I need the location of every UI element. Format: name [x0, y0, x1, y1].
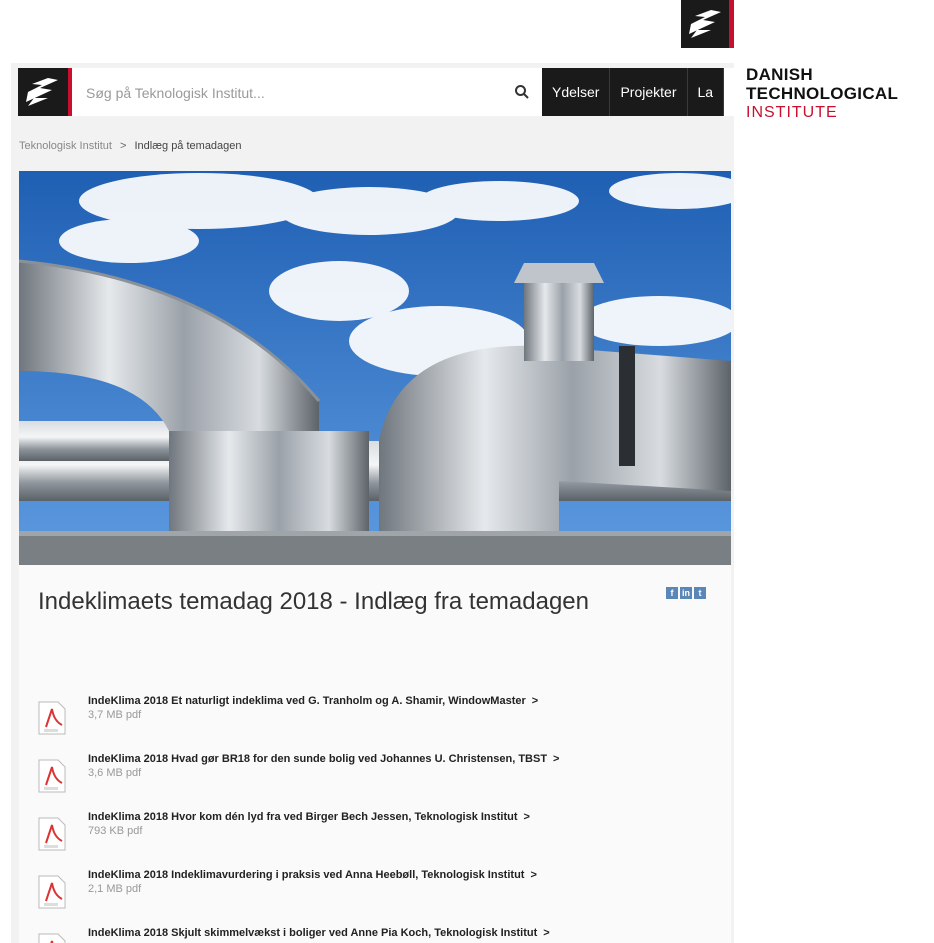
- pdf-file-icon: [38, 817, 66, 851]
- document-link[interactable]: IndeKlima 2018 Et naturligt indeklima ve…: [88, 695, 526, 707]
- bird-logo-icon: [689, 10, 721, 38]
- brand-line-1: DANISH: [746, 65, 813, 84]
- chevron-right-icon: >: [553, 753, 560, 765]
- chevron-right-icon: >: [543, 927, 550, 939]
- brand-logo[interactable]: [681, 0, 734, 48]
- chevron-right-icon: >: [530, 869, 537, 881]
- page-title: Indeklimaets temadag 2018 - Indlæg fra t…: [38, 588, 590, 615]
- brand-line-3: INSTITUTE: [746, 104, 838, 121]
- file-size: 3,7 MB pdf: [88, 709, 142, 721]
- nav-item-la[interactable]: La: [688, 68, 725, 116]
- content-area: Indeklimaets temadag 2018 - Indlæg fra t…: [19, 565, 731, 943]
- share-buttons: f in t: [666, 587, 706, 599]
- twitter-share-icon[interactable]: t: [694, 587, 706, 599]
- breadcrumb-separator: >: [120, 140, 127, 152]
- breadcrumb: Teknologisk Institut > Indlæg på temadag…: [19, 140, 242, 152]
- nav-item-ydelser[interactable]: Ydelser: [542, 68, 611, 116]
- file-size: 2,1 MB pdf: [88, 883, 142, 895]
- chevron-right-icon: >: [523, 811, 530, 823]
- document-link[interactable]: IndeKlima 2018 Skjult skimmelvækst i bol…: [88, 927, 537, 939]
- linkedin-share-icon[interactable]: in: [680, 587, 692, 599]
- bird-logo-icon: [26, 78, 58, 106]
- hero-image: [19, 171, 731, 565]
- breadcrumb-current: Indlæg på temadagen: [134, 140, 242, 152]
- file-size: 793 KB pdf: [88, 825, 143, 837]
- site-header: Ydelser Projekter La: [18, 68, 734, 116]
- brand-wordmark: DANISH TECHNOLOGICAL INSTITUTE: [746, 65, 898, 122]
- file-size: 3,6 MB pdf: [88, 767, 142, 779]
- document-link[interactable]: IndeKlima 2018 Hvor kom dén lyd fra ved …: [88, 811, 518, 823]
- breadcrumb-root-link[interactable]: Teknologisk Institut: [19, 140, 112, 152]
- pdf-file-icon: [38, 759, 66, 793]
- site-logo[interactable]: [18, 68, 72, 116]
- document-link[interactable]: IndeKlima 2018 Indeklimavurdering i prak…: [88, 869, 524, 881]
- browser-frame: Ydelser Projekter La Teknologisk Institu…: [11, 63, 734, 943]
- pdf-file-icon: [38, 701, 66, 735]
- search-icon[interactable]: [513, 83, 531, 101]
- search-input[interactable]: [84, 78, 498, 108]
- facebook-share-icon[interactable]: f: [666, 587, 678, 599]
- document-link[interactable]: IndeKlima 2018 Hvad gør BR18 for den sun…: [88, 753, 547, 765]
- brand-line-2: TECHNOLOGICAL: [746, 84, 899, 103]
- main-nav: Ydelser Projekter La: [542, 68, 725, 116]
- chevron-right-icon: >: [531, 695, 539, 707]
- pdf-file-icon: [38, 875, 66, 909]
- pdf-file-icon: [38, 933, 66, 943]
- nav-item-projekter[interactable]: Projekter: [610, 68, 688, 116]
